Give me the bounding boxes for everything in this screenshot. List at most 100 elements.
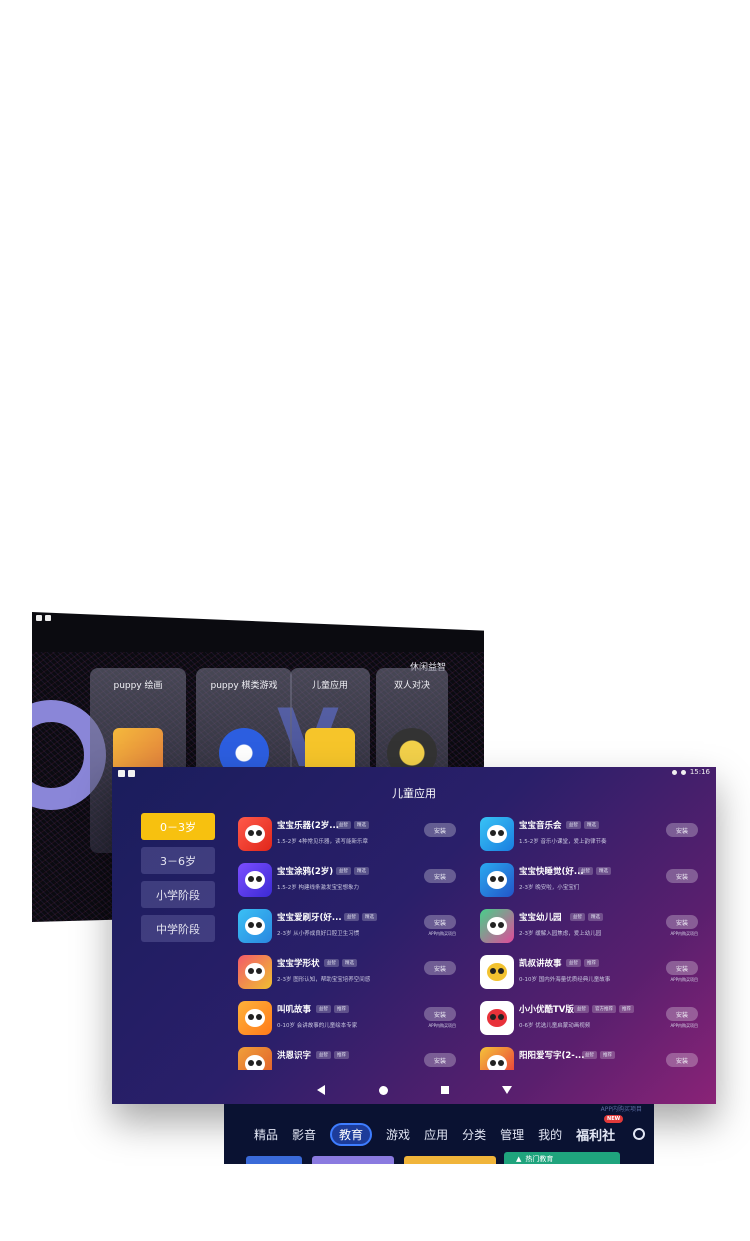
app-tag: 益智 [578,867,593,875]
home-icon[interactable] [377,1084,389,1096]
tab-welfare[interactable]: 福利社 NEW [576,1114,624,1144]
app-description: 2-3岁 从小养成良好口腔卫生习惯 [277,931,360,937]
install-button[interactable]: 安装 [666,1007,698,1021]
in-app-purchase-note: APP内购买项目 [428,931,456,936]
app-name: 宝宝涂鸦(2岁) [277,867,334,877]
recent-apps-icon[interactable] [439,1084,451,1096]
list-item[interactable]: 宝宝快睡觉(好... 益智 精选 2-3岁 晚安啦，小宝宝们 安装 [478,861,698,901]
app-description: 0-10岁 会讲故事的儿童绘本专家 [277,1023,358,1029]
graduation-cap-icon: ▲ [516,1155,522,1163]
install-button[interactable]: 安装 [424,961,456,975]
tab-mine[interactable]: 我的 [538,1126,562,1143]
app-name: 小小优酷TV版 [519,1005,574,1015]
app-icon [480,955,514,989]
in-app-purchase-note: APP内购买项目 [670,977,698,982]
app-tag: 益智 [574,1005,589,1013]
app-tag: 精选 [596,867,611,875]
app-icon [480,1047,514,1070]
install-button[interactable]: 安装 [666,823,698,837]
app-description: 0-10岁 国内外海量优质经典儿童故事 [519,977,611,983]
tab-middle-school[interactable]: 中学阶段 [141,915,215,942]
app-tag: 益智 [316,1051,331,1059]
app-name: 宝宝爱刷牙(好... [277,913,342,923]
tab-manage[interactable]: 管理 [500,1126,524,1143]
status-bar-right: 15:16 [671,768,710,776]
list-item[interactable]: 宝宝爱刷牙(好... 益智 精选 2-3岁 从小养成良好口腔卫生习惯 安装 APP… [236,907,456,947]
app-description: 0-6岁 优选儿童启蒙动画视频 [519,1023,591,1029]
install-button[interactable]: 安装 [424,1053,456,1067]
app-name: 宝宝音乐会 [519,821,562,831]
tab-apps[interactable]: 应用 [424,1126,448,1143]
install-button[interactable]: 安装 [424,823,456,837]
install-button[interactable]: 安装 [666,869,698,883]
search-icon[interactable] [633,1128,646,1140]
tab-welfare-label: 福利社 [576,1128,616,1144]
tab-video[interactable]: 影音 [292,1126,316,1143]
hot-education-label: 热门教育 [525,1155,554,1163]
tab-categories[interactable]: 分类 [462,1126,486,1143]
app-icon [238,1001,272,1035]
card-title: 儿童应用 [311,681,348,691]
hide-nav-icon[interactable] [501,1084,513,1096]
app-tag: 推荐 [600,1051,615,1059]
app-tag: 推荐 [584,959,599,967]
list-item[interactable]: 叫叽故事 益智 推荐 0-10岁 会讲故事的儿童绘本专家 安装 APP内购买项目 [236,999,456,1039]
app-tag: 精选 [588,913,603,921]
app-tag: 益智 [344,913,359,921]
page: V 休闲益智 puppy 绘画 puppy 棋类游戏 儿童应用 双人对决 15:… [0,0,750,1241]
list-item[interactable]: 宝宝乐器(2岁... 益智 精选 1.5-2岁 4种常见乐器，读写能新乐章 安装 [236,815,456,855]
app-name: 阳阳爱写字(2-... [519,1051,585,1061]
list-item[interactable]: 宝宝学形状 益智 精选 2-3岁 图形认知，帮助宝宝培养空间感 安装 [236,953,456,993]
tab-games[interactable]: 游戏 [386,1126,410,1143]
app-tag: 益智 [336,867,351,875]
list-item[interactable]: 阳阳爱写字(2-... 益智 推荐 安装 [478,1045,698,1070]
list-item[interactable]: 凯叔讲故事 益智 推荐 0-10岁 国内外海量优质经典儿童故事 安装 APP内购买… [478,953,698,993]
app-name: 叫叽故事 [277,1005,312,1015]
app-icon [238,909,272,943]
app-description: 1.5-2岁 4种常见乐器，读写能新乐章 [277,839,368,845]
install-button[interactable]: 安装 [666,915,698,929]
content-card[interactable] [312,1156,394,1164]
tab-education[interactable]: 教育 [330,1122,373,1146]
app-description: 2-3岁 晚安啦，小宝宝们 [519,885,580,891]
app-tag: 精选 [342,959,357,967]
app-icon [238,1047,272,1070]
app-description: 2-3岁 图形认知，帮助宝宝培养空间感 [277,977,371,983]
content-card[interactable] [246,1156,302,1164]
install-button[interactable]: 安装 [666,961,698,975]
hot-education-card[interactable]: ▲ 热门教育 [504,1152,620,1164]
install-button[interactable]: 安装 [666,1053,698,1067]
app-tag: 精选 [584,821,599,829]
card-title: puppy 棋类游戏 [210,681,278,691]
install-button[interactable]: 安装 [424,915,456,929]
install-button[interactable]: 安装 [424,1007,456,1021]
app-description: 2-3岁 缓解入园焦虑，爱上幼儿园 [519,931,602,937]
app-name: 宝宝学形状 [277,959,320,969]
card-title: puppy 绘画 [113,681,163,691]
list-item[interactable]: 宝宝涂鸦(2岁) 益智 精选 1.5-2岁 构建线条激发宝宝想象力 安装 [236,861,456,901]
app-name: 宝宝乐器(2岁... [277,821,339,831]
tv-top-nav: 精品 影音 教育 游戏 应用 分类 管理 我的 福利社 NEW [224,1114,654,1146]
list-item[interactable]: 小小优酷TV版 益智 官方推荐 推荐 0-6岁 优选儿童启蒙动画视频 安装 APP内… [478,999,698,1039]
install-button[interactable]: 安装 [424,869,456,883]
tab-age-3-6[interactable]: 3－6岁 [141,847,215,874]
age-filter-tabs: 0－3岁 3－6岁 小学阶段 中学阶段 [141,813,215,942]
tab-primary-school[interactable]: 小学阶段 [141,881,215,908]
system-nav-bar [112,1076,716,1104]
tab-featured[interactable]: 精品 [254,1126,278,1143]
list-item[interactable]: 宝宝音乐会 益智 精选 1.5-2岁 音乐小课堂，爱上韵律节奏 安装 [478,815,698,855]
in-app-purchase-note: APP内购买项目 [428,1023,456,1028]
list-item[interactable]: 洪恩识字 益智 推荐 安装 [236,1045,456,1070]
page-title: 儿童应用 [392,787,436,800]
app-tag: 推荐 [334,1051,349,1059]
app-tag: 精选 [354,821,369,829]
list-item[interactable]: 宝宝幼儿园 益智 精选 2-3岁 缓解入园焦虑，爱上幼儿园 安装 APP内购买项目 [478,907,698,947]
app-tag: 推荐 [334,1005,349,1013]
back-icon[interactable] [315,1084,327,1096]
status-bar-icons [36,615,51,621]
app-tag: 益智 [582,1051,597,1059]
tab-age-0-3[interactable]: 0－3岁 [141,813,215,840]
app-description: 1.5-2岁 音乐小课堂，爱上韵律节奏 [519,839,607,845]
content-card[interactable] [404,1156,496,1164]
app-description: 1.5-2岁 构建线条激发宝宝想象力 [277,885,359,891]
